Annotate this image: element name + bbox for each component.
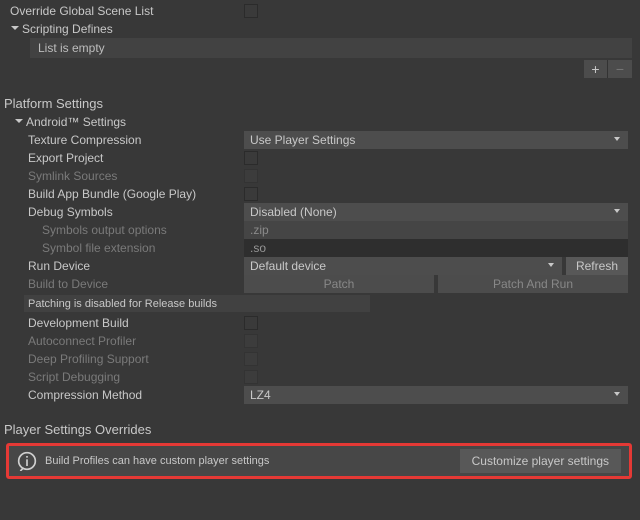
symbol-ext-field: .so	[244, 239, 628, 257]
build-to-device-row: Build to Device Patch Patch And Run	[0, 275, 640, 293]
compression-method-row: Compression Method LZ4	[0, 386, 640, 404]
export-project-label: Export Project	[28, 151, 103, 165]
texture-compression-row: Texture Compression Use Player Settings	[0, 131, 640, 149]
run-device-row: Run Device Default device Refresh	[0, 257, 640, 275]
info-icon	[17, 451, 37, 471]
patch-and-run-button: Patch And Run	[438, 275, 628, 293]
compression-method-label: Compression Method	[28, 388, 142, 402]
chevron-down-icon	[612, 388, 622, 402]
autoconnect-profiler-label: Autoconnect Profiler	[28, 334, 136, 348]
symbols-output-row: Symbols output options .zip	[0, 221, 640, 239]
player-overrides-info-text: Build Profiles can have custom player se…	[45, 455, 452, 467]
symlink-sources-checkbox	[244, 169, 258, 183]
player-settings-overrides-header: Player Settings Overrides	[0, 418, 640, 439]
patching-disabled-note: Patching is disabled for Release builds	[24, 295, 370, 312]
export-project-checkbox[interactable]	[244, 151, 258, 165]
development-build-checkbox[interactable]	[244, 316, 258, 330]
symbols-output-dropdown: .zip	[244, 221, 628, 239]
remove-define-button[interactable]: −	[608, 60, 632, 78]
compression-method-dropdown[interactable]: LZ4	[244, 386, 628, 404]
run-device-dropdown[interactable]: Default device	[244, 257, 562, 275]
chevron-down-icon	[14, 115, 26, 129]
override-global-checkbox[interactable]	[244, 4, 258, 18]
texture-compression-label: Texture Compression	[28, 133, 141, 147]
scripting-defines-empty: List is empty	[30, 38, 632, 58]
symlink-sources-row: Symlink Sources	[0, 167, 640, 185]
platform-settings-header: Platform Settings	[0, 92, 640, 113]
deep-profiling-checkbox	[244, 352, 258, 366]
scripting-defines-controls: + −	[0, 60, 632, 78]
symbol-ext-row: Symbol file extension .so	[0, 239, 640, 257]
chevron-down-icon	[612, 133, 622, 147]
player-overrides-info-box: Build Profiles can have custom player se…	[6, 443, 632, 479]
customize-player-settings-button[interactable]: Customize player settings	[460, 449, 621, 473]
scripting-defines-row: Scripting Defines	[0, 20, 640, 38]
development-build-row: Development Build	[0, 314, 640, 332]
script-debugging-row: Script Debugging	[0, 368, 640, 386]
build-app-bundle-checkbox[interactable]	[244, 187, 258, 201]
run-device-label: Run Device	[28, 259, 90, 273]
symbol-ext-label: Symbol file extension	[42, 241, 155, 255]
add-define-button[interactable]: +	[584, 60, 608, 78]
android-settings-foldout[interactable]: Android™ Settings	[14, 115, 126, 129]
patch-button: Patch	[244, 275, 434, 293]
debug-symbols-label: Debug Symbols	[28, 205, 113, 219]
debug-symbols-dropdown[interactable]: Disabled (None)	[244, 203, 628, 221]
autoconnect-profiler-row: Autoconnect Profiler	[0, 332, 640, 350]
symbols-output-label: Symbols output options	[42, 223, 167, 237]
development-build-label: Development Build	[28, 316, 129, 330]
refresh-devices-button[interactable]: Refresh	[566, 257, 628, 275]
android-settings-label: Android™ Settings	[26, 115, 126, 129]
autoconnect-profiler-checkbox	[244, 334, 258, 348]
build-app-bundle-row: Build App Bundle (Google Play)	[0, 185, 640, 203]
override-global-label: Override Global Scene List	[10, 4, 153, 18]
script-debugging-label: Script Debugging	[28, 370, 120, 384]
script-debugging-checkbox	[244, 370, 258, 384]
symlink-sources-label: Symlink Sources	[28, 169, 117, 183]
debug-symbols-row: Debug Symbols Disabled (None)	[0, 203, 640, 221]
texture-compression-dropdown[interactable]: Use Player Settings	[244, 131, 628, 149]
android-settings-row: Android™ Settings	[0, 113, 640, 131]
chevron-down-icon	[546, 259, 556, 273]
chevron-down-icon	[10, 22, 22, 36]
scripting-defines-foldout[interactable]: Scripting Defines	[10, 22, 113, 36]
deep-profiling-row: Deep Profiling Support	[0, 350, 640, 368]
export-project-row: Export Project	[0, 149, 640, 167]
build-app-bundle-label: Build App Bundle (Google Play)	[28, 187, 196, 201]
override-global-scene-list-row: Override Global Scene List	[0, 2, 640, 20]
scripting-defines-label: Scripting Defines	[22, 22, 113, 36]
build-to-device-label: Build to Device	[28, 277, 108, 291]
deep-profiling-label: Deep Profiling Support	[28, 352, 149, 366]
chevron-down-icon	[612, 205, 622, 219]
